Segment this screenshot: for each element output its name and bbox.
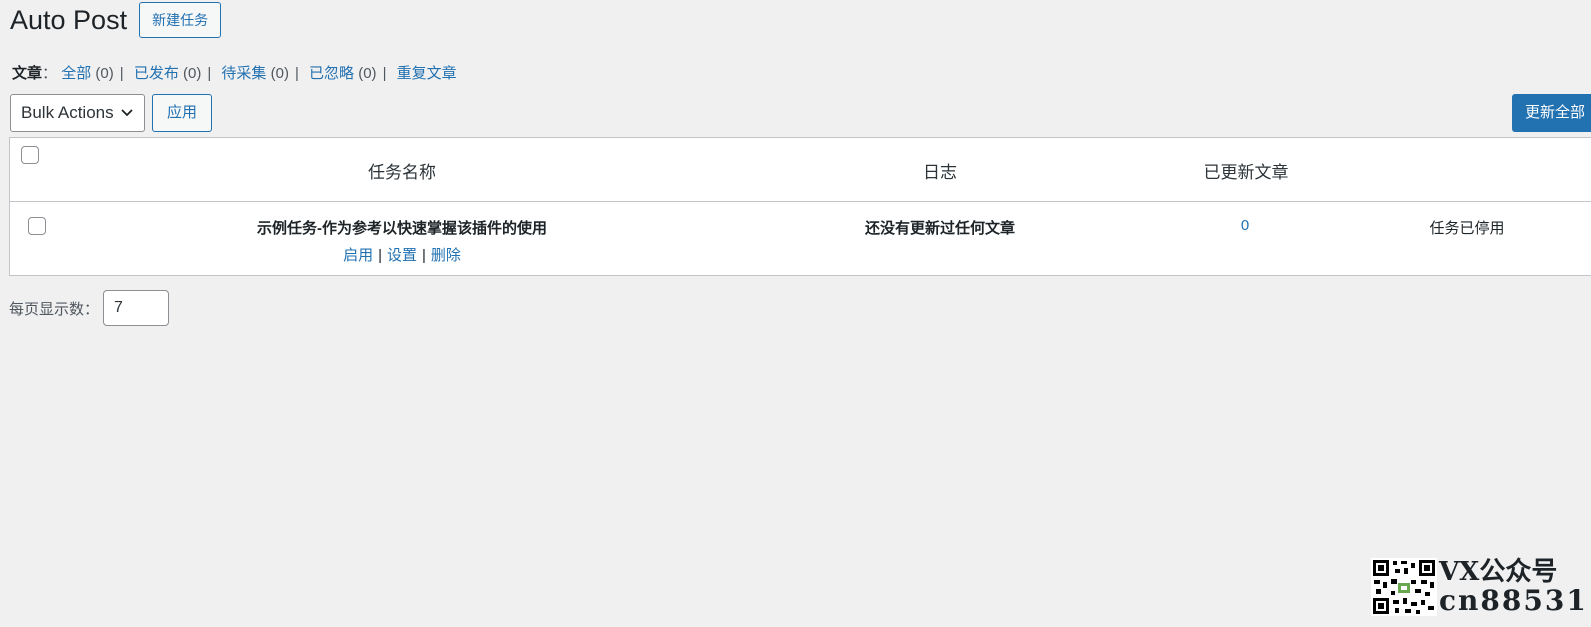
- column-header-log: 日志: [923, 163, 957, 182]
- task-log: 还没有更新过任何文章: [864, 220, 1016, 237]
- select-all-checkbox[interactable]: [21, 146, 39, 164]
- filter-label: 文章: [12, 65, 43, 82]
- column-header-task-name: 任务名称: [368, 163, 436, 182]
- bulk-actions-selected: Bulk Actions: [21, 103, 114, 122]
- filter-separator: |: [382, 65, 387, 82]
- table-header-row: 任务名称 日志 已更新文章: [10, 138, 1591, 202]
- delete-task-link[interactable]: 删除: [431, 247, 461, 264]
- per-page-control: 每页显示数： 7: [9, 290, 170, 326]
- table-row: 示例任务-作为参考以快速掌握该插件的使用 启用 | 设置 | 删除 还没有更新过任何文章…: [10, 201, 1591, 276]
- auto-post-page: Auto Post 新建任务 文章： 全部 (0) | 已发布 (0) | 待采集 …: [0, 0, 1591, 627]
- filter-colon: ：: [42, 65, 58, 82]
- filter-published-count: (0): [183, 65, 202, 82]
- filter-pending-count: (0): [270, 65, 289, 82]
- table-nav-top: Bulk Actions 应用 更新全部: [10, 94, 1591, 132]
- filter-ignored-link[interactable]: 已忽略: [309, 65, 354, 82]
- watermark-text: VX公众号 cn88531: [1439, 559, 1588, 615]
- row-checkbox[interactable]: [28, 217, 46, 235]
- update-all-button[interactable]: 更新全部: [1511, 94, 1591, 132]
- page-title: Auto Post: [10, 5, 128, 35]
- watermark-line-1: VX公众号: [1439, 557, 1558, 587]
- qr-code-icon: [1371, 558, 1437, 616]
- bulk-actions-select[interactable]: Bulk Actions: [10, 94, 145, 132]
- filter-ignored-count: (0): [358, 65, 377, 82]
- filter-pending-link[interactable]: 待采集: [221, 65, 266, 82]
- filter-duplicate-link[interactable]: 重复文章: [397, 65, 457, 82]
- apply-button[interactable]: 应用: [152, 94, 212, 132]
- enable-task-link[interactable]: 启用: [343, 247, 373, 264]
- task-name[interactable]: 示例任务-作为参考以快速掌握该插件的使用: [257, 217, 547, 238]
- action-separator: |: [378, 247, 382, 264]
- action-separator: |: [422, 247, 426, 264]
- filter-separator: |: [207, 65, 212, 82]
- filter-all-link[interactable]: 全部: [61, 65, 91, 82]
- filter-separator: |: [294, 65, 299, 82]
- filter-published-link[interactable]: 已发布: [134, 65, 179, 82]
- tasks-table: 任务名称 日志 已更新文章 示例任务-作为参考以快速掌握该插件的使用 启用 | 设置…: [9, 137, 1591, 276]
- per-page-input[interactable]: 7: [103, 290, 170, 326]
- new-task-button[interactable]: 新建任务: [139, 2, 222, 38]
- task-settings-link[interactable]: 设置: [387, 247, 417, 264]
- per-page-label: 每页显示数：: [9, 300, 100, 318]
- post-filter-links: 文章： 全部 (0) | 已发布 (0) | 待采集 (0) | 已忽略 (0) | 重…: [12, 62, 457, 83]
- row-actions: 启用 | 设置 | 删除: [343, 244, 461, 265]
- filter-all-count: (0): [95, 65, 114, 82]
- page-header: Auto Post 新建任务: [10, 2, 222, 38]
- column-header-updated-posts: 已更新文章: [1203, 163, 1289, 182]
- filter-separator: |: [119, 65, 124, 82]
- watermark: VX公众号 cn88531: [1371, 558, 1588, 616]
- task-status: 任务已停用: [1429, 220, 1505, 237]
- updated-posts-count[interactable]: 0: [1241, 217, 1249, 234]
- watermark-line-2: cn88531: [1439, 584, 1588, 617]
